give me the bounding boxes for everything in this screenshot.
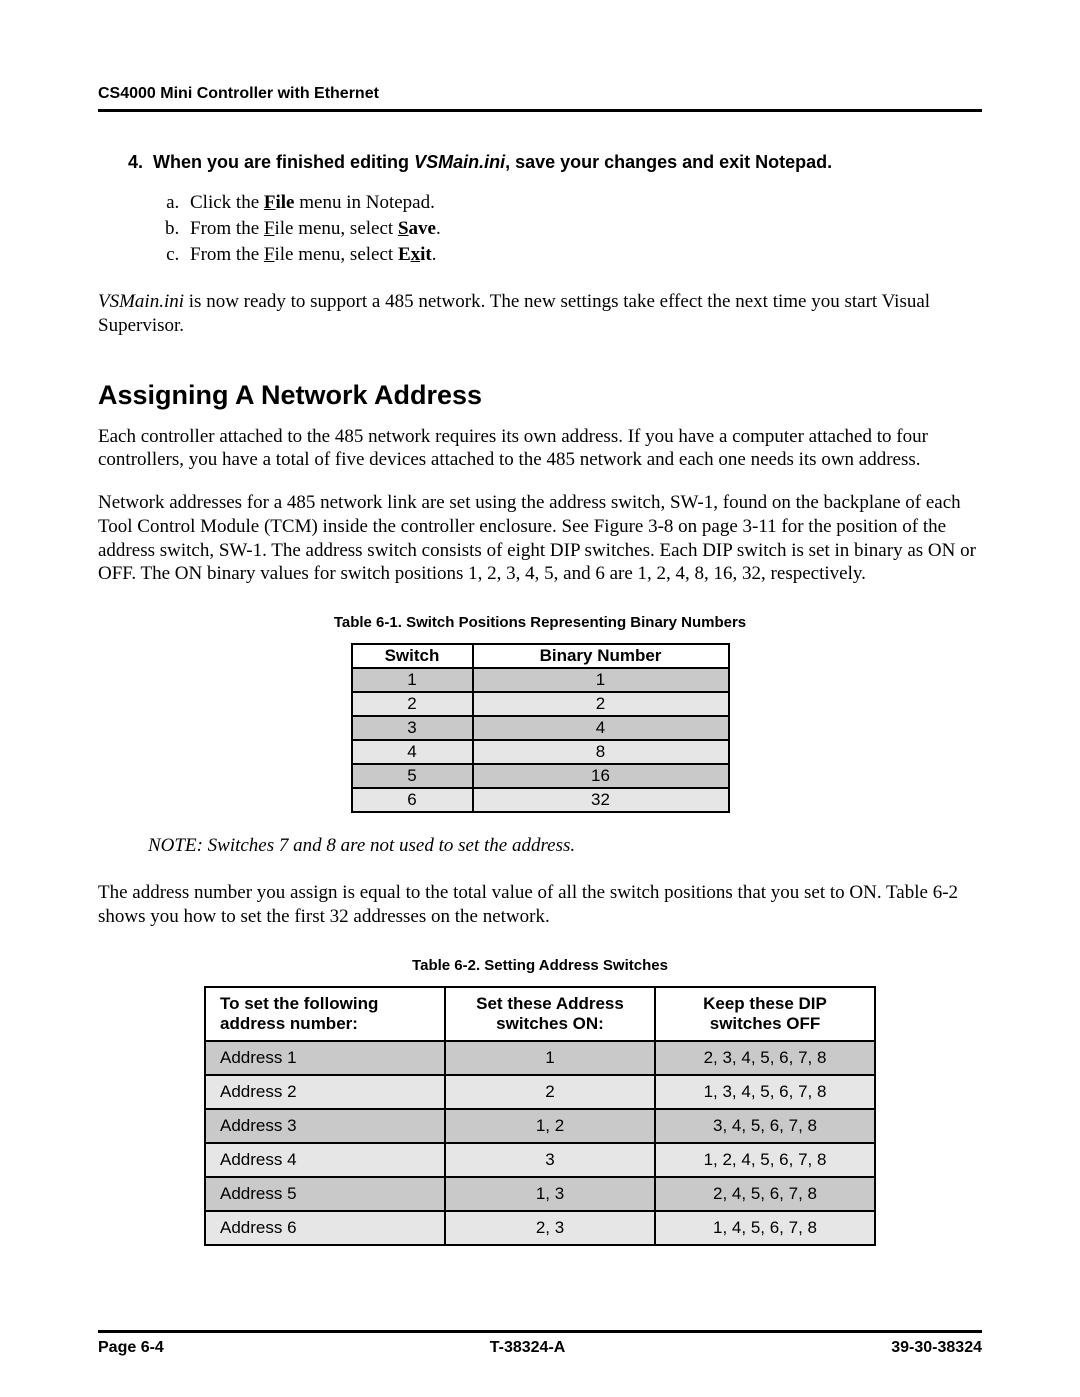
footer-left: Page 6-4: [98, 1339, 164, 1357]
table-6-1-caption: Table 6-1. Switch Positions Representing…: [98, 614, 982, 631]
step-4-num: 4.: [128, 152, 143, 172]
table-6-1: Switch Binary Number 11 22 34 48 516 632: [351, 643, 730, 813]
step-4-filename: VSMain.ini: [414, 152, 505, 172]
table-row: 516: [352, 764, 729, 788]
table-6-1-header: Switch Binary Number: [352, 644, 729, 668]
table-row: Address 62, 31, 4, 5, 6, 7, 8: [205, 1211, 875, 1245]
t1-h-switch: Switch: [352, 644, 473, 668]
section-heading: Assigning A Network Address: [98, 380, 982, 411]
t2-h2: Set these Addressswitches ON:: [445, 987, 655, 1041]
table-row: 34: [352, 716, 729, 740]
para-vsmain: VSMain.ini is now ready to support a 485…: [98, 290, 982, 338]
table-row: Address 221, 3, 4, 5, 6, 7, 8: [205, 1075, 875, 1109]
step-4-tail: , save your changes and exit Notepad.: [505, 152, 832, 172]
substep-b: From the File menu, select Save.: [184, 218, 982, 240]
step-4-lead: When you are finished editing: [153, 152, 414, 172]
substep-a: Click the File menu in Notepad.: [184, 192, 982, 214]
table-row: Address 112, 3, 4, 5, 6, 7, 8: [205, 1041, 875, 1075]
t2-h3: Keep these DIPswitches OFF: [655, 987, 875, 1041]
sublist: Click the File menu in Notepad. From the…: [158, 192, 982, 266]
footer-right: 39-30-38324: [891, 1339, 982, 1357]
running-head: CS4000 Mini Controller with Ethernet: [98, 85, 982, 103]
table-row: 22: [352, 692, 729, 716]
table-row: Address 51, 32, 4, 5, 6, 7, 8: [205, 1177, 875, 1211]
table-row: Address 31, 23, 4, 5, 6, 7, 8: [205, 1109, 875, 1143]
t1-h-binary: Binary Number: [473, 644, 729, 668]
para-each-controller: Each controller attached to the 485 netw…: [98, 425, 982, 473]
footer-mid: T-38324-A: [490, 1339, 566, 1357]
footer-row: Page 6-4 T-38324-A 39-30-38324: [98, 1339, 982, 1357]
table-row: Address 431, 2, 4, 5, 6, 7, 8: [205, 1143, 875, 1177]
t2-h1: To set the followingaddress number:: [205, 987, 445, 1041]
page: CS4000 Mini Controller with Ethernet 4. …: [0, 0, 1080, 1397]
header-rule: [98, 109, 982, 112]
para-network-addresses: Network addresses for a 485 network link…: [98, 491, 982, 586]
table-row: 11: [352, 668, 729, 692]
table-6-2-caption: Table 6-2. Setting Address Switches: [98, 957, 982, 974]
table-row: 632: [352, 788, 729, 812]
footer-rule: [98, 1330, 982, 1333]
table-row: 48: [352, 740, 729, 764]
step-4: 4. When you are finished editing VSMain.…: [128, 152, 982, 173]
note-text: NOTE: Switches 7 and 8 are not used to s…: [148, 835, 982, 857]
table-6-2: To set the followingaddress number: Set …: [204, 986, 876, 1246]
substep-c: From the File menu, select Exit.: [184, 244, 982, 266]
table-6-2-header: To set the followingaddress number: Set …: [205, 987, 875, 1041]
para-address-number: The address number you assign is equal t…: [98, 881, 982, 929]
footer: Page 6-4 T-38324-A 39-30-38324: [98, 1330, 982, 1357]
